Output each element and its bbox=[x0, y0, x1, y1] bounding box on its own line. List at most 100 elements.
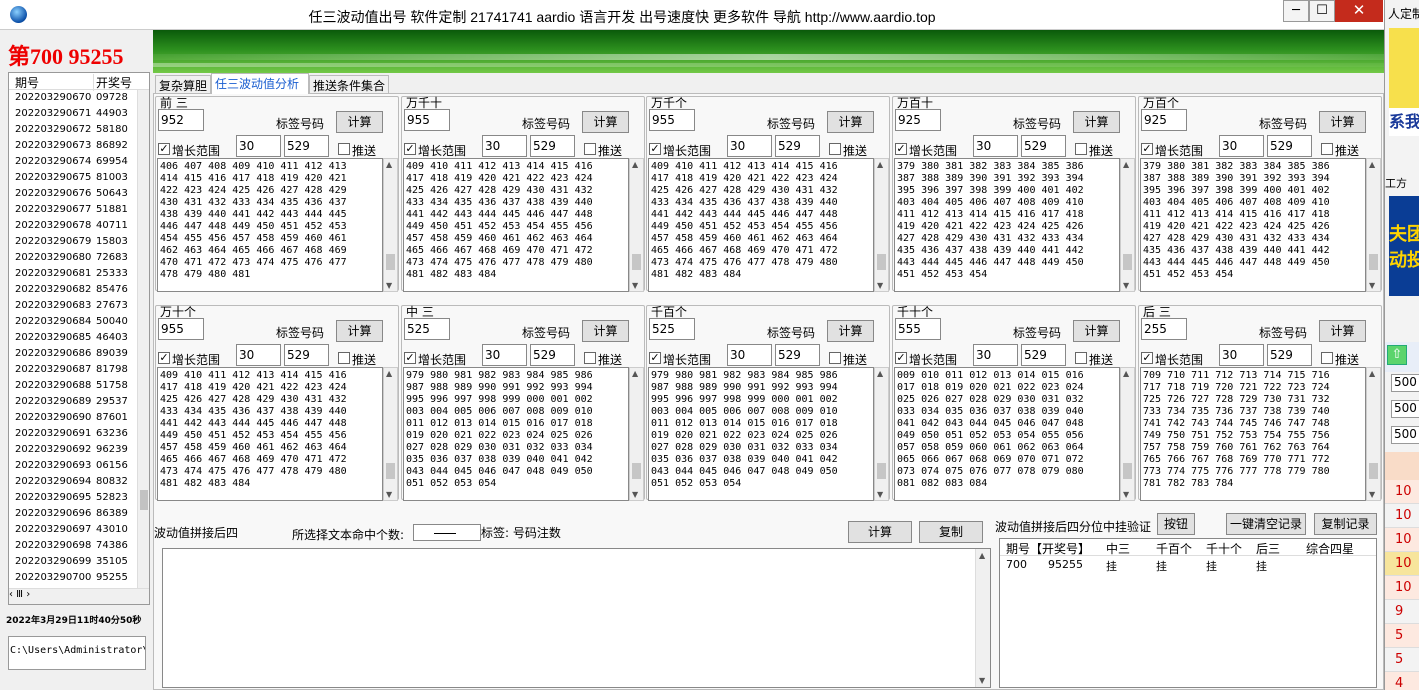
textarea-scrollbar[interactable]: ▲ ▼ bbox=[975, 549, 990, 687]
scroll-thumb[interactable] bbox=[1369, 463, 1378, 479]
range-start-input[interactable]: 30 bbox=[973, 135, 1018, 157]
range-checkbox[interactable]: ✓ bbox=[158, 143, 170, 155]
range-end-input[interactable]: 529 bbox=[284, 135, 329, 157]
range-end-input[interactable]: 529 bbox=[530, 135, 575, 157]
range-start-input[interactable]: 30 bbox=[727, 135, 772, 157]
group-calc-button[interactable]: 计算 bbox=[336, 111, 383, 133]
number-list[interactable]: 009 010 011 012 013 014 015 016 017 018 0… bbox=[894, 367, 1120, 501]
draw-row[interactable]: 202203290677 51881 bbox=[9, 202, 137, 218]
push-checkbox[interactable] bbox=[584, 143, 596, 155]
number-list[interactable]: 406 407 408 409 410 411 412 413 414 415 4… bbox=[157, 158, 383, 292]
range-checkbox[interactable]: ✓ bbox=[1141, 143, 1153, 155]
range-end-input[interactable]: 529 bbox=[284, 344, 329, 366]
range-end-input[interactable]: 529 bbox=[1267, 135, 1312, 157]
group-number-input[interactable]: 925 bbox=[895, 109, 941, 131]
scroll-thumb[interactable] bbox=[632, 463, 641, 479]
draw-row[interactable]: 202203290672 58180 bbox=[9, 122, 137, 138]
verify-header-middle-three[interactable]: 中三 bbox=[1106, 540, 1130, 557]
range-checkbox[interactable]: ✓ bbox=[649, 352, 661, 364]
group-number-input[interactable]: 555 bbox=[895, 318, 941, 340]
draw-row[interactable]: 202203290676 50643 bbox=[9, 186, 137, 202]
push-checkbox[interactable] bbox=[338, 352, 350, 364]
scroll-up-icon[interactable]: ▲ bbox=[632, 369, 638, 378]
number-list-scrollbar[interactable]: ▲ ▼ bbox=[629, 158, 644, 292]
scroll-thumb[interactable] bbox=[140, 490, 148, 510]
range-checkbox[interactable]: ✓ bbox=[649, 143, 661, 155]
number-list[interactable]: 709 710 711 712 713 714 715 716 717 718 7… bbox=[1140, 367, 1366, 501]
hit-count-field[interactable] bbox=[413, 524, 481, 541]
range-checkbox[interactable]: ✓ bbox=[158, 352, 170, 364]
draw-row[interactable]: 202203290699 35105 bbox=[9, 554, 137, 570]
draw-row[interactable]: 202203290673 86892 bbox=[9, 138, 137, 154]
range-start-input[interactable]: 30 bbox=[1219, 344, 1264, 366]
scroll-up-icon[interactable]: ▲ bbox=[1123, 369, 1129, 378]
scroll-up-icon[interactable]: ▲ bbox=[1123, 160, 1129, 169]
scroll-up-icon[interactable]: ▲ bbox=[1369, 369, 1375, 378]
scroll-up-icon[interactable]: ▲ bbox=[877, 160, 883, 169]
scroll-down-icon[interactable]: ▼ bbox=[1123, 490, 1129, 499]
number-list-scrollbar[interactable]: ▲ ▼ bbox=[1120, 367, 1135, 501]
number-list[interactable]: 979 980 981 982 983 984 985 986 987 988 9… bbox=[648, 367, 874, 501]
group-number-input[interactable]: 955 bbox=[404, 109, 450, 131]
push-checkbox[interactable] bbox=[584, 352, 596, 364]
push-checkbox[interactable] bbox=[1075, 352, 1087, 364]
draw-row[interactable]: 202203290682 85476 bbox=[9, 282, 137, 298]
number-list-scrollbar[interactable]: ▲ ▼ bbox=[383, 367, 398, 501]
range-checkbox[interactable]: ✓ bbox=[895, 143, 907, 155]
scroll-thumb[interactable] bbox=[877, 463, 886, 479]
calc-button[interactable]: 计算 bbox=[848, 521, 912, 543]
scroll-down-icon[interactable]: ▼ bbox=[1123, 281, 1129, 290]
group-calc-button[interactable]: 计算 bbox=[1073, 320, 1120, 342]
number-list-scrollbar[interactable]: ▲ ▼ bbox=[874, 158, 889, 292]
scroll-thumb[interactable] bbox=[1123, 463, 1132, 479]
draw-row[interactable]: 202203290690 87601 bbox=[9, 410, 137, 426]
draw-row[interactable]: 202203290696 86389 bbox=[9, 506, 137, 522]
range-checkbox[interactable]: ✓ bbox=[1141, 352, 1153, 364]
minimize-button[interactable]: ─ bbox=[1283, 0, 1309, 22]
background-input-3[interactable]: 500 bbox=[1391, 426, 1419, 444]
group-calc-button[interactable]: 计算 bbox=[827, 111, 874, 133]
draw-row[interactable]: 202203290692 96239 bbox=[9, 442, 137, 458]
scroll-thumb[interactable] bbox=[386, 254, 395, 270]
draw-list-scrollbar[interactable] bbox=[137, 90, 149, 588]
number-list-scrollbar[interactable]: ▲ ▼ bbox=[1366, 158, 1381, 292]
verify-button[interactable]: 按钮 bbox=[1157, 513, 1195, 535]
range-start-input[interactable]: 30 bbox=[236, 344, 281, 366]
scroll-down-icon[interactable]: ▼ bbox=[1369, 281, 1375, 290]
draw-row[interactable]: 202203290686 89039 bbox=[9, 346, 137, 362]
number-list[interactable]: 979 980 981 982 983 984 985 986 987 988 9… bbox=[403, 367, 629, 501]
copy-records-button[interactable]: 复制记录 bbox=[1314, 513, 1377, 535]
scroll-down-icon[interactable]: ▼ bbox=[979, 676, 985, 685]
draw-row[interactable]: 202203290684 50040 bbox=[9, 314, 137, 330]
group-number-input[interactable]: 952 bbox=[158, 109, 204, 131]
scroll-down-icon[interactable]: ▼ bbox=[877, 490, 883, 499]
draw-row[interactable]: 202203290693 06156 bbox=[9, 458, 137, 474]
scroll-thumb[interactable] bbox=[1369, 254, 1378, 270]
push-checkbox[interactable] bbox=[1321, 352, 1333, 364]
scroll-down-icon[interactable]: ▼ bbox=[877, 281, 883, 290]
draw-list-header-number[interactable]: 开奖号 bbox=[93, 74, 132, 91]
number-list-scrollbar[interactable]: ▲ ▼ bbox=[874, 367, 889, 501]
draw-row[interactable]: 202203290670 09728 bbox=[9, 90, 137, 106]
range-end-input[interactable]: 529 bbox=[1021, 344, 1066, 366]
scroll-thumb[interactable] bbox=[386, 463, 395, 479]
scroll-up-icon[interactable]: ▲ bbox=[877, 369, 883, 378]
draw-row[interactable]: 202203290678 40711 bbox=[9, 218, 137, 234]
draw-row[interactable]: 202203290681 25333 bbox=[9, 266, 137, 282]
clear-records-button[interactable]: 一键清空记录 bbox=[1226, 513, 1306, 535]
draw-row[interactable]: 202203290688 51758 bbox=[9, 378, 137, 394]
background-input-2[interactable]: 500 bbox=[1391, 400, 1419, 418]
scroll-down-icon[interactable]: ▼ bbox=[386, 490, 392, 499]
scroll-thumb[interactable] bbox=[1123, 254, 1132, 270]
group-number-input[interactable]: 525 bbox=[649, 318, 695, 340]
range-start-input[interactable]: 30 bbox=[236, 135, 281, 157]
group-number-input[interactable]: 925 bbox=[1141, 109, 1187, 131]
draw-row[interactable]: 202203290683 27673 bbox=[9, 298, 137, 314]
group-number-input[interactable]: 525 bbox=[404, 318, 450, 340]
verify-header-thousand-ten-unit[interactable]: 千十个 bbox=[1206, 540, 1242, 557]
draw-row[interactable]: 202203290691 63236 bbox=[9, 426, 137, 442]
tab-wave-analysis[interactable]: 任三波动值分析 bbox=[211, 73, 309, 94]
draw-list-horizontal-scrollbar[interactable]: ‹ Ⅲ › bbox=[9, 588, 149, 604]
verify-result-list[interactable]: 期号【开奖号】 中三 千百个 千十个 后三 综合四星 700 95255 挂 挂… bbox=[999, 538, 1377, 688]
number-list-scrollbar[interactable]: ▲ ▼ bbox=[1366, 367, 1381, 501]
